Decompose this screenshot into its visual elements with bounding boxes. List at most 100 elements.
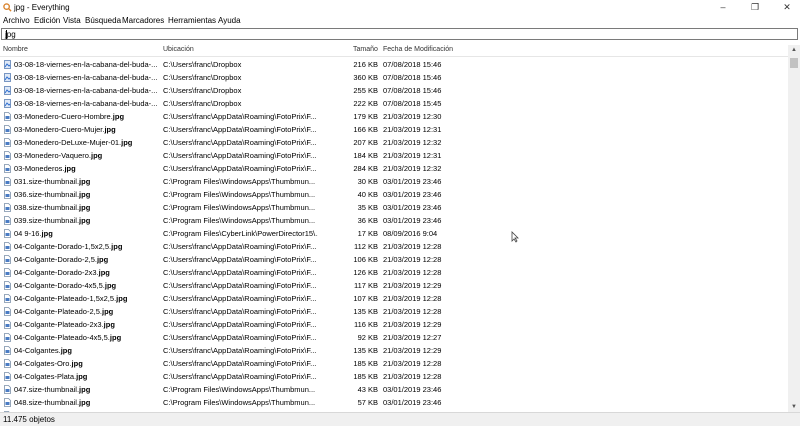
table-row[interactable]: 04-Colgante-Dorado-1,5x2,5.jpg C:\Users\f… [0, 240, 788, 253]
file-name: 03-08-18-viernes-en-la-cabana-del-buda-.… [14, 99, 158, 108]
search-input[interactable]: jpg [1, 28, 798, 40]
file-date: 07/08/2018 15:46 [383, 73, 442, 82]
menu-ayuda[interactable]: Ayuda [218, 16, 241, 25]
file-name: 039.size-thumbnail.jpg [14, 216, 91, 225]
file-date: 03/01/2019 23:46 [383, 398, 442, 407]
file-path: C:\Users\franc\AppData\Roaming\FotoPrix\… [163, 333, 317, 342]
file-size: 57 KB [357, 398, 378, 407]
file-name: 03-Monedero-Cuero-Hombre.jpg [14, 112, 125, 121]
table-row[interactable]: 04-Colgante-Plateado-2,5.jpg C:\Users\fra… [0, 305, 788, 318]
file-path: C:\Program Files\WindowsApps\Thumbmun... [163, 398, 316, 407]
scroll-down-arrow-icon[interactable]: ▼ [788, 402, 800, 412]
table-row[interactable]: 048.size-thumbnail.jpg C:\Program Files\W… [0, 396, 788, 409]
file-path: C:\Program Files\WindowsApps\Thumbmun... [163, 177, 316, 186]
table-row[interactable]: 039.size-thumbnail.jpg C:\Program Files\W… [0, 214, 788, 227]
file-icon [4, 268, 11, 277]
file-path: C:\Program Files\WindowsApps\Thumbmun... [163, 216, 316, 225]
maximize-button[interactable]: ❐ [744, 2, 766, 13]
file-path: C:\Users\franc\Dropbox [163, 86, 242, 95]
file-icon [4, 151, 11, 160]
column-date-header[interactable]: Fecha de Modificación [383, 46, 453, 53]
file-name: 03-08-18-viernes-en-la-cabana-del-buda-.… [14, 86, 158, 95]
table-row[interactable]: 047.size-thumbnail.jpg C:\Program Files\W… [0, 383, 788, 396]
object-count: 11.475 objetos [3, 415, 55, 424]
table-row[interactable]: 038.size-thumbnail.jpg C:\Program Files\W… [0, 201, 788, 214]
file-date: 07/08/2018 15:45 [383, 99, 442, 108]
file-icon [4, 346, 11, 355]
table-row[interactable]: 04-Colgante-Dorado-2,5.jpg C:\Users\franc… [0, 253, 788, 266]
file-icon [4, 255, 11, 264]
file-size: 185 KB [353, 359, 378, 368]
file-path: C:\Users\franc\AppData\Roaming\FotoPrix\… [163, 307, 317, 316]
table-row[interactable]: 03-Monedero-Cuero-Mujer.jpg C:\Users\fran… [0, 123, 788, 136]
scroll-up-arrow-icon[interactable]: ▲ [788, 45, 800, 55]
file-name: 04-Colgante-Dorado-4x5,5.jpg [14, 281, 117, 290]
menu-marcadores[interactable]: Marcadores [122, 16, 164, 25]
file-size: 255 KB [353, 86, 378, 95]
close-button[interactable]: ✕ [776, 2, 798, 13]
table-row[interactable]: 03-08-18-viernes-en-la-cabana-del-buda-.… [0, 84, 788, 97]
file-size: 135 KB [353, 346, 378, 355]
table-row[interactable]: 04-Colgates-Oro.jpg C:\Users\franc\AppDat… [0, 357, 788, 370]
table-row[interactable]: 04-Colgante-Plateado-2x3.jpg C:\Users\fra… [0, 318, 788, 331]
table-row[interactable]: 04-Colgante-Dorado-4x5,5.jpg C:\Users\fra… [0, 279, 788, 292]
file-size: 185 KB [353, 372, 378, 381]
file-date: 21/03/2019 12:31 [383, 125, 442, 134]
image-icon [4, 86, 11, 95]
table-row[interactable]: 03-Monedero-Vaquero.jpg C:\Users\franc\Ap… [0, 149, 788, 162]
image-icon [4, 60, 11, 69]
file-icon [4, 203, 11, 212]
column-header: Nombre Ubicación Tamaño Fecha de Modific… [0, 45, 788, 57]
table-row[interactable]: 04-Colgante-Dorado-2x3.jpg C:\Users\franc… [0, 266, 788, 279]
window-title: jpg - Everything [14, 3, 70, 12]
table-row[interactable]: 04-Colgantes.jpg C:\Users\franc\AppData\R… [0, 344, 788, 357]
file-icon [4, 112, 11, 121]
menu-bar: Archivo Edición Vista Búsqueda Marcadore… [0, 15, 800, 28]
menu-herramientas[interactable]: Herramientas [168, 16, 216, 25]
file-size: 216 KB [353, 60, 378, 69]
column-size-header[interactable]: Tamaño [353, 46, 378, 53]
minimize-button[interactable]: – [712, 2, 734, 13]
file-size: 43 KB [357, 385, 378, 394]
file-date: 21/03/2019 12:27 [383, 333, 442, 342]
table-row[interactable]: 03-Monedero-Cuero-Hombre.jpg C:\Users\fra… [0, 110, 788, 123]
file-icon [4, 229, 11, 238]
file-size: 17 KB [357, 229, 378, 238]
table-row[interactable]: 04-Colgante-Plateado-4x5,5.jpg C:\Users\f… [0, 331, 788, 344]
menu-archivo[interactable]: Archivo [3, 16, 30, 25]
table-row[interactable]: 036.size-thumbnail.jpg C:\Program Files\W… [0, 188, 788, 201]
file-name: 04-Colgante-Dorado-2,5.jpg [14, 255, 109, 264]
file-date: 21/03/2019 12:29 [383, 281, 442, 290]
table-row[interactable]: 03-08-18-viernes-en-la-cabana-del-buda-.… [0, 97, 788, 110]
column-path-header[interactable]: Ubicación [163, 46, 194, 53]
table-row[interactable]: 04-Colgante-Plateado-1,5x2,5.jpg C:\Users… [0, 292, 788, 305]
file-name: 036.size-thumbnail.jpg [14, 190, 91, 199]
file-name: 04 9-16.jpg [14, 229, 53, 238]
table-row[interactable]: 03-Monedero-DeLuxe-Mujer-01.jpg C:\Users\… [0, 136, 788, 149]
scroll-thumb[interactable] [790, 58, 798, 68]
file-path: C:\Program Files\WindowsApps\Thumbmun... [163, 385, 316, 394]
file-icon [4, 242, 11, 251]
file-size: 179 KB [353, 112, 378, 121]
file-date: 08/09/2016 9:04 [383, 229, 438, 238]
file-path: C:\Users\franc\AppData\Roaming\FotoPrix\… [163, 255, 317, 264]
file-date: 21/03/2019 12:32 [383, 164, 442, 173]
table-row[interactable]: 031.size-thumbnail.jpg C:\Program Files\W… [0, 175, 788, 188]
menu-vista[interactable]: Vista [63, 16, 81, 25]
menu-busqueda[interactable]: Búsqueda [85, 16, 121, 25]
file-size: 116 KB [353, 320, 378, 329]
text-caret [6, 30, 7, 39]
table-row[interactable]: 03-Monederos.jpg C:\Users\franc\AppData\R… [0, 162, 788, 175]
table-row[interactable]: 03-08-18-viernes-en-la-cabana-del-buda-.… [0, 58, 788, 71]
table-row[interactable]: 04 9-16.jpg C:\Program Files\CyberLink\Po… [0, 227, 788, 240]
file-size: 166 KB [353, 125, 378, 134]
table-row[interactable]: 04-Colgates-Plata.jpg C:\Users\franc\AppD… [0, 370, 788, 383]
file-path: C:\Users\franc\AppData\Roaming\FotoPrix\… [163, 164, 317, 173]
file-name: 03-08-18-viernes-en-la-cabana-del-buda-.… [14, 73, 158, 82]
table-row[interactable]: 03-08-18-viernes-en-la-cabana-del-buda-.… [0, 71, 788, 84]
file-name: 04-Colgante-Plateado-1,5x2,5.jpg [14, 294, 128, 303]
menu-edicion[interactable]: Edición [34, 16, 60, 25]
vertical-scrollbar[interactable]: ▲ ▼ [788, 45, 800, 412]
column-name-header[interactable]: Nombre [3, 46, 28, 53]
file-date: 21/03/2019 12:32 [383, 138, 442, 147]
